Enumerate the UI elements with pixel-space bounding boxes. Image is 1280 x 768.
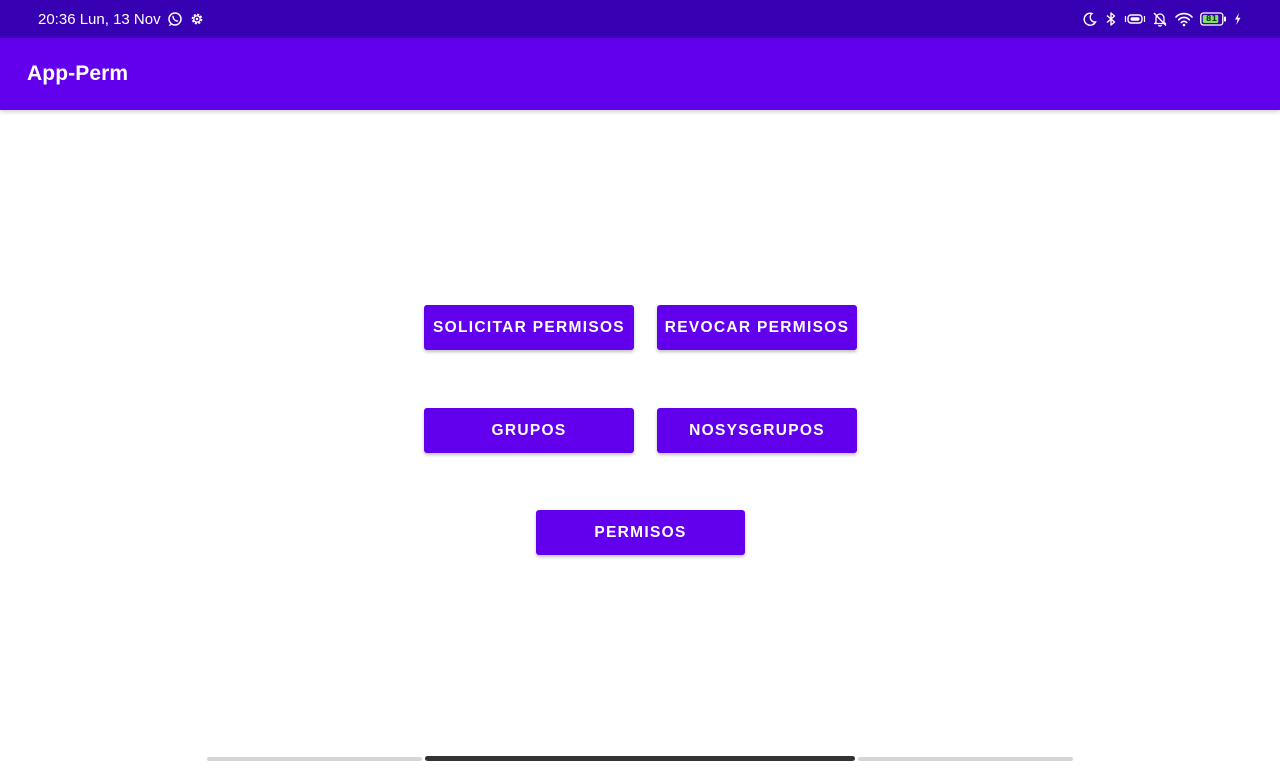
wifi-icon [1174, 11, 1194, 27]
app-title: App-Perm [27, 62, 129, 85]
gesture-track-right [858, 757, 1073, 761]
charging-bolt-icon [1233, 12, 1242, 26]
gesture-track-left [207, 757, 422, 761]
vibrate-icon [1124, 11, 1146, 27]
app-screen: 20:36 Lun, 13 Nov 81 App-Perm SOLICITAR … [0, 0, 1280, 768]
settings-gear-icon [189, 11, 205, 27]
gesture-home-handle[interactable] [425, 756, 855, 761]
grupos-button[interactable]: GRUPOS [424, 408, 634, 453]
permisos-button[interactable]: PERMISOS [536, 510, 745, 555]
status-bar: 20:36 Lun, 13 Nov 81 [0, 0, 1280, 38]
bluetooth-icon [1104, 11, 1118, 27]
battery-icon: 81 [1200, 12, 1227, 26]
nosysgrupos-button[interactable]: NOSYSGRUPOS [657, 408, 857, 453]
revocar-permisos-button[interactable]: REVOCAR PERMISOS [657, 305, 857, 350]
bell-off-icon [1152, 11, 1168, 27]
status-time-date: 20:36 Lun, 13 Nov [38, 10, 161, 28]
battery-level-text: 81 [1205, 14, 1218, 23]
app-bar: App-Perm [0, 38, 1280, 110]
moon-icon [1082, 11, 1098, 27]
status-left: 20:36 Lun, 13 Nov [38, 0, 205, 38]
solicitar-permisos-button[interactable]: SOLICITAR PERMISOS [424, 305, 634, 350]
whatsapp-icon [167, 11, 183, 27]
status-right: 81 [1082, 0, 1242, 38]
